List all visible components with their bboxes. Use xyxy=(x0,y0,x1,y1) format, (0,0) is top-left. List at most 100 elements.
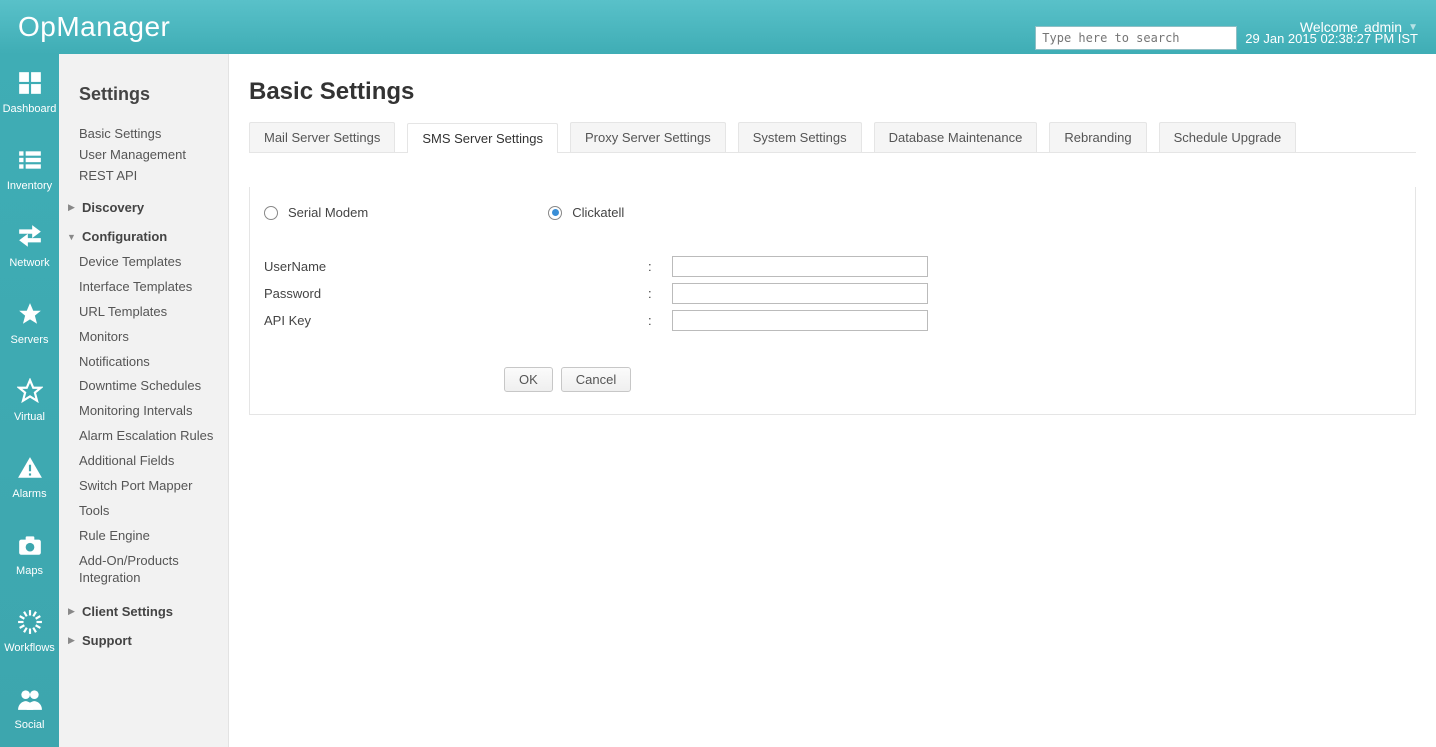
form-row: Password: xyxy=(264,283,1401,304)
tab-proxy-server-settings[interactable]: Proxy Server Settings xyxy=(570,122,726,152)
side-link[interactable]: Basic Settings xyxy=(79,123,218,144)
nav-label: Social xyxy=(15,719,45,731)
nav-item-servers[interactable]: Servers xyxy=(0,285,59,362)
form-row: UserName: xyxy=(264,256,1401,277)
ok-button[interactable]: OK xyxy=(504,367,553,392)
side-group-configuration[interactable]: ▼ Configuration xyxy=(67,229,218,244)
api-key-input[interactable] xyxy=(672,310,928,331)
alert-icon xyxy=(17,455,43,484)
settings-panel: Serial ModemClickatell UserName:Password… xyxy=(249,187,1416,415)
tab-mail-server-settings[interactable]: Mail Server Settings xyxy=(249,122,395,152)
nav-label: Workflows xyxy=(4,642,55,654)
nav-label: Maps xyxy=(16,565,43,577)
password-input[interactable] xyxy=(672,283,928,304)
list-icon xyxy=(17,147,43,176)
side-panel: Settings Basic SettingsUser ManagementRE… xyxy=(59,54,229,747)
side-link[interactable]: Switch Port Mapper xyxy=(79,474,218,499)
form-colon: : xyxy=(648,286,672,301)
tab-system-settings[interactable]: System Settings xyxy=(738,122,862,152)
side-link[interactable]: Notifications xyxy=(79,350,218,375)
side-group-title: Configuration xyxy=(82,229,167,244)
form-row: API Key: xyxy=(264,310,1401,331)
arrows-icon xyxy=(17,224,43,253)
form-colon: : xyxy=(648,259,672,274)
spinner-icon xyxy=(17,609,43,638)
nav-label: Virtual xyxy=(14,411,45,423)
nav-rail: Dashboard Inventory Network Servers Virtual A… xyxy=(0,54,59,747)
side-link[interactable]: User Management xyxy=(79,144,218,165)
side-link[interactable]: URL Templates xyxy=(79,300,218,325)
nav-item-dashboard[interactable]: Dashboard xyxy=(0,54,59,131)
chevron-right-icon: ▶ xyxy=(67,202,76,213)
side-group-support[interactable]: ▶ Support xyxy=(67,633,218,648)
page-title: Basic Settings xyxy=(249,78,1416,106)
nav-label: Network xyxy=(9,257,49,269)
nav-item-alarms[interactable]: Alarms xyxy=(0,439,59,516)
tabs-bar: Mail Server Settings SMS Server Settings P… xyxy=(249,122,1416,153)
nav-item-workflows[interactable]: Workflows xyxy=(0,593,59,670)
side-link[interactable]: Rule Engine xyxy=(79,524,218,549)
side-link[interactable]: Monitoring Intervals xyxy=(79,399,218,424)
side-group-children: Device TemplatesInterface TemplatesURL T… xyxy=(79,250,218,590)
nav-item-inventory[interactable]: Inventory xyxy=(0,131,59,208)
nav-item-virtual[interactable]: Virtual xyxy=(0,362,59,439)
chevron-down-icon: ▼ xyxy=(67,232,76,242)
content: Basic Settings Mail Server Settings SMS S… xyxy=(229,54,1436,747)
cancel-button[interactable]: Cancel xyxy=(561,367,631,392)
form-label: UserName xyxy=(264,259,648,274)
search-input[interactable] xyxy=(1035,26,1237,50)
side-group-discovery[interactable]: ▶ Discovery xyxy=(67,200,218,215)
nav-label: Dashboard xyxy=(3,103,57,115)
side-link[interactable]: Downtime Schedules xyxy=(79,374,218,399)
radio-row: Serial Modem Clickatell xyxy=(264,205,1401,220)
side-group-title: Client Settings xyxy=(82,604,173,619)
brand-logo: OpManager xyxy=(18,11,170,43)
star-icon xyxy=(17,301,43,330)
nav-label: Alarms xyxy=(12,488,46,500)
form-colon: : xyxy=(648,313,672,328)
radio-label: Serial Modem xyxy=(288,205,368,220)
side-link[interactable]: Interface Templates xyxy=(79,275,218,300)
form-label: Password xyxy=(264,286,648,301)
tab-schedule-upgrade[interactable]: Schedule Upgrade xyxy=(1159,122,1297,152)
nav-item-maps[interactable]: Maps xyxy=(0,516,59,593)
username-input[interactable] xyxy=(672,256,928,277)
radio-serial-modem[interactable]: Serial Modem xyxy=(264,205,368,220)
side-link[interactable]: Additional Fields xyxy=(79,449,218,474)
button-row: OK Cancel xyxy=(264,367,1401,392)
form-label: API Key xyxy=(264,313,648,328)
nav-item-social[interactable]: Social xyxy=(0,670,59,747)
timestamp: 29 Jan 2015 02:38:27 PM IST xyxy=(1245,31,1418,46)
radio-clickatell[interactable]: Clickatell xyxy=(548,205,624,220)
radio-label: Clickatell xyxy=(572,205,624,220)
main: Dashboard Inventory Network Servers Virtual A… xyxy=(0,54,1436,747)
people-icon xyxy=(17,686,43,715)
nav-label: Servers xyxy=(11,334,49,346)
tab-sms-server-settings[interactable]: SMS Server Settings xyxy=(407,123,558,153)
side-panel-title: Settings xyxy=(79,84,218,105)
dashboard-icon xyxy=(17,70,43,99)
side-link[interactable]: Add-On/Products Integration xyxy=(79,549,218,591)
camera-icon xyxy=(17,532,43,561)
radio-icon xyxy=(548,206,562,220)
side-link[interactable]: Monitors xyxy=(79,325,218,350)
side-link[interactable]: Alarm Escalation Rules xyxy=(79,424,218,449)
radio-icon xyxy=(264,206,278,220)
nav-label: Inventory xyxy=(7,180,52,192)
side-groups: ▶Discovery▼ConfigurationDevice Templates… xyxy=(79,200,218,648)
side-group-client-settings[interactable]: ▶ Client Settings xyxy=(67,604,218,619)
form-rows: UserName:Password:API Key: xyxy=(264,256,1401,331)
side-group-title: Support xyxy=(82,633,132,648)
side-link[interactable]: Device Templates xyxy=(79,250,218,275)
side-link[interactable]: Tools xyxy=(79,499,218,524)
side-group-title: Discovery xyxy=(82,200,144,215)
tab-rebranding[interactable]: Rebranding xyxy=(1049,122,1146,152)
star-outline-icon xyxy=(17,378,43,407)
chevron-right-icon: ▶ xyxy=(67,606,76,617)
side-top-links: Basic SettingsUser ManagementREST API xyxy=(79,123,218,186)
chevron-right-icon: ▶ xyxy=(67,635,76,646)
search-time-row: 29 Jan 2015 02:38:27 PM IST xyxy=(1035,26,1418,50)
side-link[interactable]: REST API xyxy=(79,165,218,186)
nav-item-network[interactable]: Network xyxy=(0,208,59,285)
tab-database-maintenance[interactable]: Database Maintenance xyxy=(874,122,1038,152)
